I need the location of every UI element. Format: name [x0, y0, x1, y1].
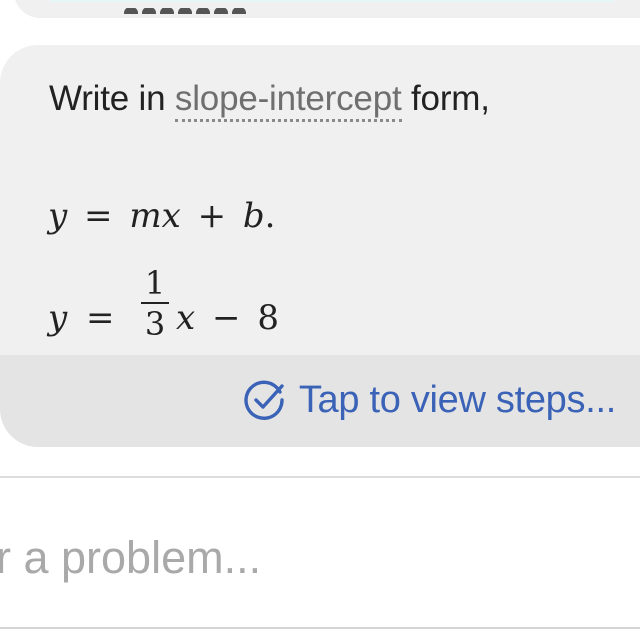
general-plus: + — [197, 196, 227, 236]
result-rhs: x − 8 — [176, 298, 279, 338]
general-b: b — [242, 196, 265, 236]
fraction-denominator: 3 — [144, 305, 166, 343]
general-equals: = — [84, 196, 113, 236]
general-form-equation: y = mx + b. — [48, 196, 275, 236]
problem-input[interactable] — [0, 528, 640, 588]
view-steps-label: Tap to view steps... — [298, 378, 616, 421]
result-y: y — [48, 298, 68, 338]
result-minus: − — [212, 298, 241, 338]
result-constant: 8 — [257, 298, 279, 338]
check-circle-icon — [244, 380, 284, 420]
general-x: x — [161, 196, 181, 236]
app-page: Write in slope-intercept form, y = mx + … — [0, 0, 640, 640]
input-divider — [0, 476, 640, 478]
intro-suffix: form, — [401, 79, 490, 118]
previous-card-text-fragment — [124, 8, 264, 14]
fraction-numerator: 1 — [144, 264, 166, 302]
slope-fraction: 1 3 — [140, 266, 170, 341]
general-period: . — [264, 196, 276, 236]
previous-card-highlight — [50, 0, 614, 2]
general-y: y — [48, 196, 68, 236]
fraction-bar — [141, 302, 169, 304]
result-equals: = — [86, 298, 115, 338]
intro-prefix: Write in — [49, 79, 175, 118]
view-steps-button[interactable]: Tap to view steps... — [242, 375, 616, 425]
view-steps-bar: Tap to view steps... — [0, 355, 640, 447]
answer-card: Write in slope-intercept form, y = mx + … — [0, 45, 640, 447]
previous-answer-card — [14, 0, 640, 18]
bottom-divider — [0, 627, 640, 629]
result-x: x — [176, 298, 196, 338]
answer-intro-text: Write in slope-intercept form, — [49, 79, 490, 122]
result-lhs: y = — [48, 298, 115, 338]
slope-intercept-definition-link[interactable]: slope-intercept — [174, 79, 402, 122]
general-m: m — [129, 196, 162, 236]
